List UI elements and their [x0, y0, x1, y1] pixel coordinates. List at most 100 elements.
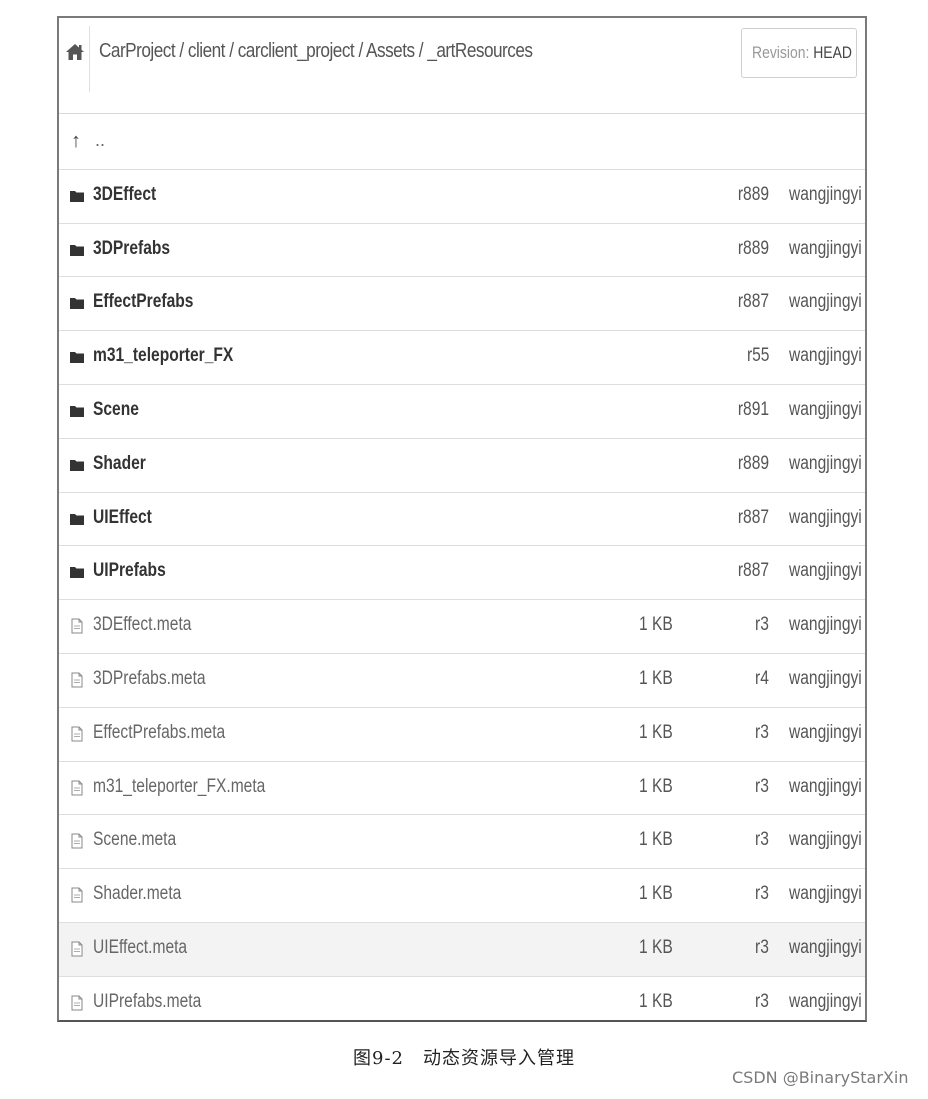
file-icon: [69, 887, 85, 903]
file-row[interactable]: UIPrefabs.meta 1 KB r3 wangjingyi: [59, 977, 865, 1020]
folder-row[interactable]: UIEffect r887 wangjingyi: [59, 493, 865, 547]
file-icon: [69, 941, 85, 957]
entry-name-link[interactable]: 3DPrefabs: [93, 238, 170, 260]
entry-author: wangjingyi: [789, 829, 862, 851]
entry-revision-link[interactable]: r887: [738, 560, 769, 582]
folder-row[interactable]: Shader r889 wangjingyi: [59, 439, 865, 493]
entry-name-link[interactable]: 3DEffect.meta: [93, 614, 191, 636]
home-icon[interactable]: [65, 42, 85, 62]
entry-name-link[interactable]: 3DPrefabs.meta: [93, 668, 206, 690]
entry-author: wangjingyi: [789, 936, 862, 958]
entry-revision-link[interactable]: r3: [755, 937, 769, 959]
folder-row[interactable]: Scene r891 wangjingyi: [59, 385, 865, 439]
entry-revision-link[interactable]: r3: [755, 829, 769, 851]
revision-selector[interactable]: Revision: HEAD: [741, 28, 857, 78]
folder-row[interactable]: EffectPrefabs r887 wangjingyi: [59, 277, 865, 332]
entry-revision-link[interactable]: r887: [738, 291, 769, 313]
file-row[interactable]: m31_teleporter_FX.meta 1 KB r3 wangjingyi: [59, 762, 865, 816]
entry-author: wangjingyi: [789, 775, 862, 797]
file-icon: [69, 780, 85, 796]
entry-author: wangjingyi: [789, 614, 862, 636]
entry-name-link[interactable]: m31_teleporter_FX.meta: [93, 776, 265, 798]
entry-author: wangjingyi: [789, 990, 862, 1012]
entry-author: wangjingyi: [789, 291, 862, 313]
entry-author: wangjingyi: [789, 506, 862, 528]
entry-size: 1 KB: [639, 883, 673, 905]
entry-name-link[interactable]: Shader: [93, 453, 146, 475]
file-row[interactable]: 3DPrefabs.meta 1 KB r4 wangjingyi: [59, 654, 865, 708]
folder-row[interactable]: UIPrefabs r887 wangjingyi: [59, 546, 865, 601]
entry-size: 1 KB: [639, 990, 673, 1012]
revision-value: HEAD: [813, 43, 852, 62]
entry-revision-link[interactable]: r889: [738, 238, 769, 260]
entry-revision-link[interactable]: r3: [755, 776, 769, 798]
entry-name-link[interactable]: UIPrefabs.meta: [93, 991, 201, 1013]
entry-size: 1 KB: [639, 775, 673, 797]
file-icon: [69, 672, 85, 688]
entry-author: wangjingyi: [789, 560, 862, 582]
header-divider: [89, 26, 90, 92]
entry-author: wangjingyi: [789, 452, 862, 474]
folder-icon: [69, 564, 85, 580]
entry-name-link[interactable]: Scene: [93, 399, 139, 421]
entry-author: wangjingyi: [789, 883, 862, 905]
entry-author: wangjingyi: [789, 667, 862, 689]
entry-revision-link[interactable]: r889: [738, 184, 769, 206]
entry-name-link[interactable]: UIEffect: [93, 507, 152, 529]
entry-revision-link[interactable]: r55: [746, 345, 769, 367]
entry-revision-link[interactable]: r887: [738, 507, 769, 529]
folder-icon: [69, 242, 85, 258]
entry-size: 1 KB: [639, 614, 673, 636]
entry-name-link[interactable]: Shader.meta: [93, 883, 181, 905]
entry-revision-link[interactable]: r3: [755, 883, 769, 905]
file-row[interactable]: Scene.meta 1 KB r3 wangjingyi: [59, 815, 865, 870]
entry-size: 1 KB: [639, 829, 673, 851]
folder-row[interactable]: 3DPrefabs r889 wangjingyi: [59, 224, 865, 278]
entry-name-link[interactable]: EffectPrefabs: [93, 291, 193, 313]
entry-author: wangjingyi: [789, 237, 862, 259]
entry-revision-link[interactable]: r889: [738, 453, 769, 475]
entry-revision-link[interactable]: r891: [738, 399, 769, 421]
entry-author: wangjingyi: [789, 183, 862, 205]
entry-author: wangjingyi: [789, 721, 862, 743]
entry-name-link[interactable]: UIEffect.meta: [93, 937, 187, 959]
folder-row[interactable]: 3DEffect r889 wangjingyi: [59, 170, 865, 224]
file-row[interactable]: 3DEffect.meta 1 KB r3 wangjingyi: [59, 600, 865, 654]
revision-label: Revision: HEAD: [752, 43, 852, 62]
watermark: CSDN @BinaryStarXin: [732, 1068, 909, 1087]
repository-browser: CarProject / client / carclient_project …: [57, 16, 867, 1022]
entry-size: 1 KB: [639, 667, 673, 689]
entry-name-link[interactable]: Scene.meta: [93, 829, 176, 851]
folder-icon: [69, 511, 85, 527]
breadcrumb[interactable]: CarProject / client / carclient_project …: [99, 40, 533, 63]
entry-revision-link[interactable]: r4: [755, 668, 769, 690]
file-list: ↑ .. 3DEffect r889 wangjingyi 3DPrefabs r889…: [59, 116, 865, 1020]
folder-icon: [69, 295, 85, 311]
folder-row[interactable]: m31_teleporter_FX r55 wangjingyi: [59, 331, 865, 385]
entry-author: wangjingyi: [789, 345, 862, 367]
entry-author: wangjingyi: [789, 398, 862, 420]
folder-icon: [69, 188, 85, 204]
browser-header: CarProject / client / carclient_project …: [59, 18, 865, 114]
file-icon: [69, 618, 85, 634]
file-icon: [69, 833, 85, 849]
up-arrow-icon: ↑: [71, 130, 81, 152]
entry-name-link[interactable]: EffectPrefabs.meta: [93, 722, 225, 744]
entry-revision-link[interactable]: r3: [755, 722, 769, 744]
folder-icon: [69, 349, 85, 365]
file-icon: [69, 995, 85, 1011]
file-row[interactable]: Shader.meta 1 KB r3 wangjingyi: [59, 869, 865, 923]
entry-name-link[interactable]: m31_teleporter_FX: [93, 345, 233, 367]
entry-name-link[interactable]: 3DEffect: [93, 184, 156, 206]
parent-directory-label: ..: [95, 130, 106, 150]
folder-icon: [69, 457, 85, 473]
entry-revision-link[interactable]: r3: [755, 991, 769, 1013]
figure-caption: 图9-2 动态资源导入管理: [353, 1048, 575, 1069]
file-row[interactable]: UIEffect.meta 1 KB r3 wangjingyi: [59, 922, 865, 977]
entry-revision-link[interactable]: r3: [755, 614, 769, 636]
entry-name-link[interactable]: UIPrefabs: [93, 560, 166, 582]
file-row[interactable]: EffectPrefabs.meta 1 KB r3 wangjingyi: [59, 708, 865, 762]
file-icon: [69, 726, 85, 742]
folder-icon: [69, 403, 85, 419]
parent-directory-row[interactable]: ↑ ..: [59, 116, 865, 170]
